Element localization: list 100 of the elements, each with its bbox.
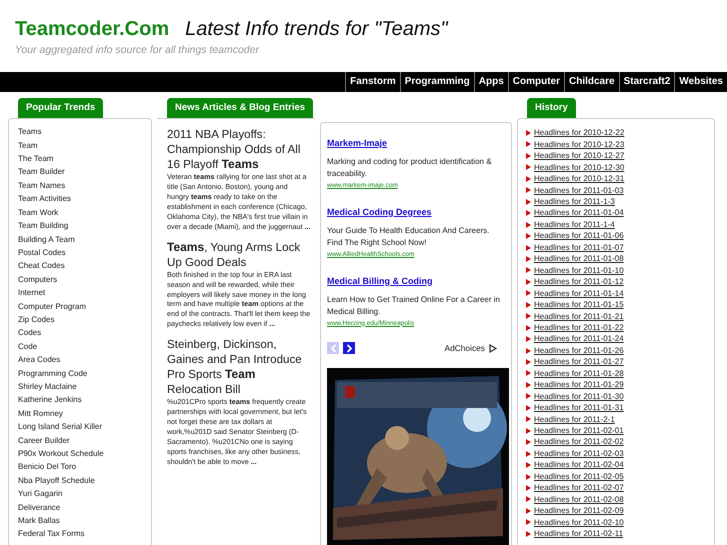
history-link[interactable]: Headlines for 2011-2-1 bbox=[534, 414, 615, 426]
article-title[interactable]: Teams, Young Arms Lock Up Good Deals bbox=[167, 240, 311, 270]
page-headline: Latest Info trends for "Teams" bbox=[185, 17, 448, 42]
trend-link[interactable]: Shirley Maclaine bbox=[18, 382, 77, 391]
ad-description: Learn How to Get Trained Online For a Career in Medical Billing. bbox=[327, 294, 501, 318]
history-link[interactable]: Headlines for 2010-12-31 bbox=[534, 173, 624, 185]
ad-description: Marking and coding for product identification & traceability. bbox=[327, 156, 493, 180]
history-link[interactable]: Headlines for 2010-12-22 bbox=[534, 127, 624, 139]
history-link[interactable]: Headlines for 2011-01-12 bbox=[534, 276, 624, 288]
history-link[interactable]: Headlines for 2011-01-29 bbox=[534, 379, 624, 391]
trend-link[interactable]: Nba Playoff Schedule bbox=[18, 476, 95, 485]
history-link[interactable]: Headlines for 2011-02-02 bbox=[534, 436, 624, 448]
trend-link[interactable]: Team Work bbox=[18, 208, 58, 217]
trend-link[interactable]: Katherine Jenkins bbox=[18, 395, 82, 404]
trend-link[interactable]: Team bbox=[18, 140, 38, 150]
bullet-icon bbox=[526, 474, 531, 480]
history-link[interactable]: Headlines for 2011-02-11 bbox=[534, 528, 624, 540]
history-link[interactable]: Headlines for 2011-01-04 bbox=[534, 207, 624, 219]
bullet-icon bbox=[526, 290, 531, 296]
history-link[interactable]: Headlines for 2011-01-24 bbox=[534, 333, 624, 345]
nav-link[interactable]: Websites bbox=[674, 72, 727, 92]
nav-link[interactable]: Programming bbox=[400, 72, 474, 92]
bullet-icon bbox=[526, 382, 531, 388]
trend-link[interactable]: Codes bbox=[18, 328, 42, 338]
history-link[interactable]: Headlines for 2011-01-30 bbox=[534, 390, 624, 402]
trend-link[interactable]: Career Builder bbox=[18, 436, 70, 445]
bullet-icon bbox=[526, 370, 531, 376]
history-link[interactable]: Headlines for 2011-01-22 bbox=[534, 322, 624, 334]
nav-link[interactable]: Apps bbox=[474, 72, 508, 92]
history-link[interactable]: Headlines for 2011-01-15 bbox=[534, 299, 624, 310]
ad-title-link[interactable]: Medical Billing & Coding bbox=[327, 276, 432, 286]
history-link[interactable]: Headlines for 2011-01-21 bbox=[534, 310, 624, 322]
nav-link[interactable]: Computer bbox=[508, 72, 564, 92]
adchoices-link[interactable]: AdChoices bbox=[444, 342, 485, 355]
history-link[interactable]: Headlines for 2011-01-28 bbox=[534, 368, 624, 380]
history-link[interactable]: Headlines for 2011-01-10 bbox=[534, 264, 624, 276]
history-link[interactable]: Headlines for 2011-02-10 bbox=[534, 516, 624, 528]
trend-link[interactable]: Internet bbox=[18, 288, 46, 298]
history-link[interactable]: Headlines for 2011-02-04 bbox=[534, 459, 624, 471]
trend-link[interactable]: Federal Tax Forms bbox=[18, 529, 85, 538]
trend-link[interactable]: Mark Ballas bbox=[18, 516, 60, 526]
history-link[interactable]: Headlines for 2011-02-09 bbox=[534, 505, 624, 517]
site-logo[interactable]: Teamcoder.Com bbox=[15, 14, 170, 44]
trend-link[interactable]: Long Island Serial Killer bbox=[18, 422, 102, 432]
bullet-icon bbox=[526, 187, 531, 194]
history-link[interactable]: Headlines for 2010-12-23 bbox=[534, 138, 624, 150]
history-link[interactable]: Headlines for 2011-1-3 bbox=[534, 196, 615, 208]
history-link[interactable]: Headlines for 2011-02-01 bbox=[534, 425, 624, 436]
bullet-icon bbox=[526, 439, 531, 446]
history-link[interactable]: Headlines for 2011-01-08 bbox=[534, 253, 624, 265]
trend-link[interactable]: Deliverance bbox=[18, 502, 60, 512]
trend-link[interactable]: Team Names bbox=[18, 180, 66, 190]
history-link[interactable]: Headlines for 2011-02-07 bbox=[534, 482, 624, 494]
trend-link[interactable]: Code bbox=[18, 342, 38, 351]
nav-link[interactable]: Starcraft2 bbox=[618, 72, 674, 92]
next-button[interactable] bbox=[343, 342, 355, 354]
trend-link[interactable]: Team Building bbox=[18, 221, 68, 230]
trend-link[interactable]: Team Activities bbox=[18, 194, 71, 204]
bullet-icon bbox=[526, 164, 531, 170]
ad-title-link[interactable]: Markem-Imaje bbox=[327, 138, 388, 148]
history-link[interactable]: Headlines for 2011-01-14 bbox=[534, 288, 624, 300]
trend-link[interactable]: Mitt Romney bbox=[18, 408, 63, 418]
bullet-icon bbox=[526, 336, 531, 342]
play-icon[interactable] bbox=[489, 344, 497, 353]
trend-link[interactable]: Computer Program bbox=[18, 302, 86, 311]
history-link[interactable]: Headlines for 2011-01-26 bbox=[534, 344, 624, 356]
history-link[interactable]: Headlines for 2010-12-27 bbox=[534, 150, 624, 162]
history-link[interactable]: Headlines for 2011-01-03 bbox=[534, 184, 624, 196]
history-link[interactable]: Headlines for 2011-01-27 bbox=[534, 356, 624, 368]
history-link[interactable]: Headlines for 2010-12-30 bbox=[534, 162, 624, 174]
bullet-icon bbox=[526, 222, 531, 228]
bullet-icon bbox=[526, 152, 531, 159]
history-link[interactable]: Headlines for 2011-1-4 bbox=[534, 218, 615, 230]
bullet-icon bbox=[526, 404, 531, 411]
article-title[interactable]: 2011 NBA Playoffs: Championship Odds of All 16 Playoff Teams bbox=[167, 127, 311, 172]
trend-link[interactable]: The Team bbox=[18, 154, 54, 164]
history-link[interactable]: Headlines for 2011-01-07 bbox=[534, 242, 624, 254]
trend-link[interactable]: Team Builder bbox=[18, 167, 65, 176]
trend-link[interactable]: Cheat Codes bbox=[18, 261, 65, 270]
history-link[interactable]: Headlines for 2011-01-06 bbox=[534, 230, 624, 242]
trend-link[interactable]: Postal Codes bbox=[18, 248, 66, 257]
bullet-icon bbox=[526, 141, 531, 148]
history-link[interactable]: Headlines for 2011-02-03 bbox=[534, 448, 624, 460]
trend-link[interactable]: Zip Codes bbox=[18, 314, 54, 324]
trend-link[interactable]: Benicio Del Toro bbox=[18, 462, 76, 472]
ad-title-link[interactable]: Medical Coding Degrees bbox=[327, 206, 432, 217]
trend-link[interactable]: Area Codes bbox=[18, 355, 60, 364]
trend-link[interactable]: P90x Workout Schedule bbox=[18, 449, 104, 458]
trend-link[interactable]: Teams bbox=[18, 127, 42, 136]
bullet-icon bbox=[526, 393, 531, 400]
article-title[interactable]: Steinberg, Dickinson, Gaines and Pan Introduce Pro Sports Team Relocation Bill bbox=[167, 337, 311, 398]
nav-link[interactable]: Fanstorm bbox=[345, 72, 400, 92]
trend-link[interactable]: Programming Code bbox=[18, 368, 88, 378]
trend-link[interactable]: Computers bbox=[18, 274, 58, 284]
trend-link[interactable]: Yuri Gagarin bbox=[18, 489, 62, 498]
trend-link[interactable]: Building A Team bbox=[18, 234, 75, 244]
nav-link[interactable]: Childcare bbox=[564, 72, 619, 92]
history-link[interactable]: Headlines for 2011-02-05 bbox=[534, 470, 624, 482]
history-link[interactable]: Headlines for 2011-02-08 bbox=[534, 494, 624, 506]
history-link[interactable]: Headlines for 2011-01-31 bbox=[534, 402, 624, 414]
